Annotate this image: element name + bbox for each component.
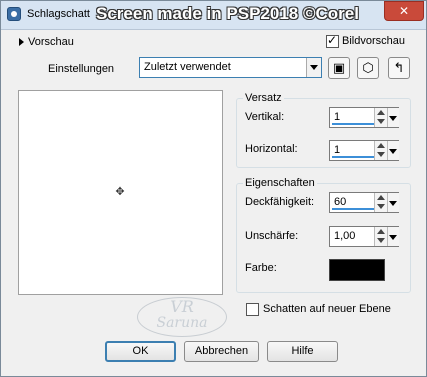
ok-button[interactable]: OK — [105, 341, 176, 362]
load-icon: ↰ — [393, 60, 405, 75]
chevron-down-icon[interactable] — [387, 108, 399, 127]
settings-label: Einstellungen — [48, 63, 115, 75]
horizontal-value[interactable]: 1 — [334, 144, 340, 156]
close-icon: ✕ — [398, 4, 410, 18]
spin-arrows-icon[interactable] — [374, 141, 387, 160]
horizontal-label: Horizontal: — [245, 143, 298, 155]
horizontal-slider-bar[interactable] — [332, 156, 374, 158]
save-preset-button[interactable]: ▣ — [328, 57, 350, 79]
vertical-slider-bar[interactable] — [332, 123, 374, 125]
chevron-down-icon[interactable] — [306, 58, 321, 77]
load-preset-button[interactable]: ↰ — [388, 57, 410, 79]
spin-arrows-icon[interactable] — [374, 227, 387, 246]
dialog-window: Schlagschatt Screen made in PSP2018 ©Cor… — [0, 0, 427, 377]
pan-icon: ✥ — [115, 186, 125, 198]
chevron-down-icon[interactable] — [387, 193, 399, 212]
spin-arrows-icon[interactable] — [374, 193, 387, 212]
opacity-spinbox[interactable]: 60 — [329, 192, 399, 213]
opacity-slider-bar[interactable] — [332, 208, 374, 210]
opacity-label: Deckfähigkeit: — [245, 196, 315, 208]
reset-preset-button[interactable]: ⬡ — [357, 57, 379, 79]
title-bar: Schlagschatt Screen made in PSP2018 ©Cor… — [1, 1, 426, 30]
new-layer-checkbox[interactable] — [246, 303, 259, 316]
image-preview-label: Bildvorschau — [342, 35, 405, 47]
spin-arrows-icon[interactable] — [374, 108, 387, 127]
horizontal-spinbox[interactable]: 1 — [329, 140, 399, 161]
logo-signature: Saruna — [156, 315, 208, 331]
opacity-value[interactable]: 60 — [334, 196, 346, 208]
reset-icon: ⬡ — [362, 60, 374, 75]
author-logo: VR Saruna — [137, 297, 227, 337]
new-layer-label: Schatten auf neuer Ebene — [263, 303, 391, 315]
chevron-right-icon — [19, 38, 24, 47]
preview-toggle-label: Vorschau — [28, 36, 74, 48]
properties-group-title: Eigenschaften — [243, 177, 317, 189]
chevron-down-icon[interactable] — [387, 227, 399, 246]
screenshot-watermark: Screen made in PSP2018 ©Corel — [96, 4, 359, 23]
close-button[interactable]: ✕ — [384, 1, 424, 21]
vertical-value[interactable]: 1 — [334, 111, 340, 123]
color-swatch[interactable] — [329, 259, 385, 281]
vertical-label: Vertikal: — [245, 111, 285, 123]
help-button[interactable]: Hilfe — [267, 341, 338, 362]
logo-initials: VR — [170, 297, 194, 316]
blur-value[interactable]: 1,00 — [334, 230, 355, 242]
color-label: Farbe: — [245, 262, 277, 274]
cancel-button[interactable]: Abbrechen — [184, 341, 259, 362]
app-icon — [7, 7, 21, 21]
window-title: Schlagschatt — [27, 8, 90, 20]
blur-spinbox[interactable]: 1,00 — [329, 226, 399, 247]
settings-dropdown[interactable]: Zuletzt verwendet — [139, 57, 322, 78]
settings-dropdown-value: Zuletzt verwendet — [144, 61, 231, 73]
chevron-down-icon[interactable] — [387, 141, 399, 160]
save-icon: ▣ — [332, 60, 346, 75]
offset-group-title: Versatz — [243, 92, 284, 104]
blur-label: Unschärfe: — [245, 230, 299, 242]
image-preview-checkbox[interactable] — [326, 33, 339, 48]
preview-toggle[interactable]: Vorschau — [19, 36, 74, 48]
vertical-spinbox[interactable]: 1 — [329, 107, 399, 128]
